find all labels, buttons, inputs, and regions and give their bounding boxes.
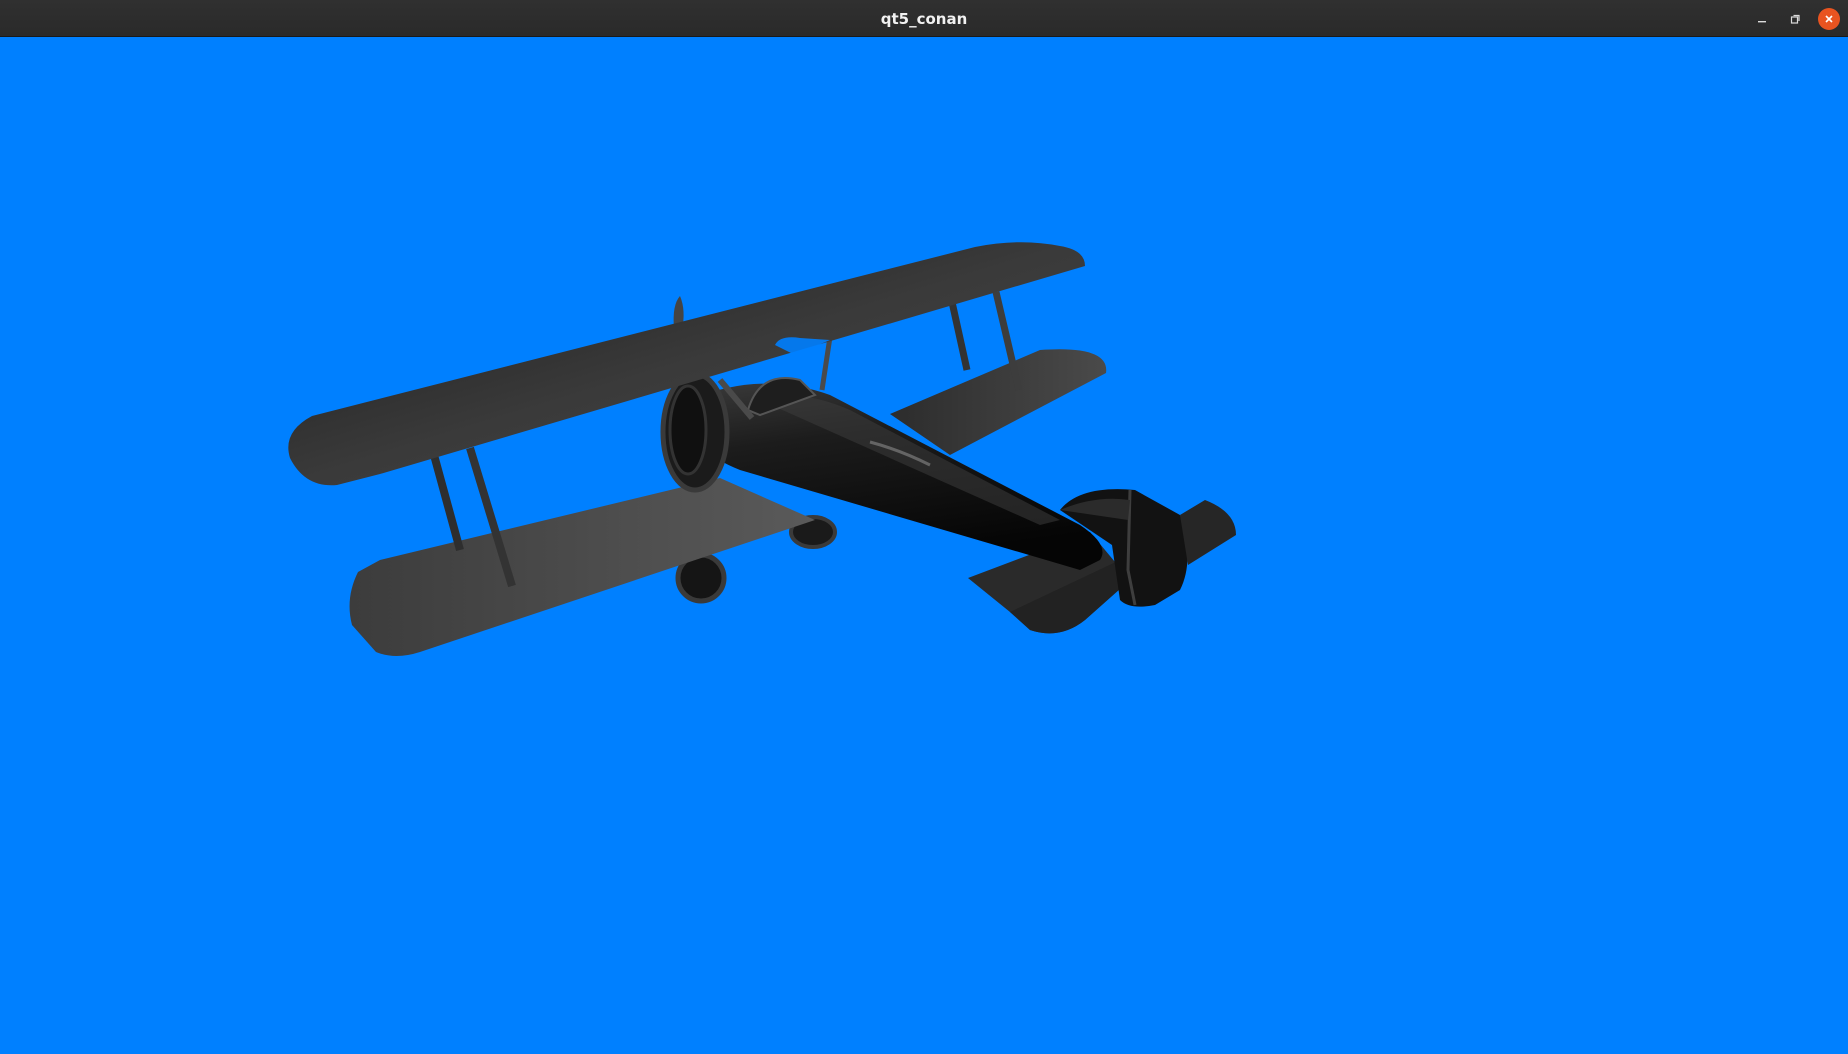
3d-viewport[interactable] bbox=[0, 37, 1848, 1054]
strut-left-front bbox=[430, 453, 464, 552]
lower-wing-right bbox=[890, 349, 1107, 455]
window-title: qt5_conan bbox=[880, 10, 968, 28]
lower-wing-left bbox=[349, 478, 815, 656]
strut-right-front bbox=[948, 301, 971, 371]
application-window: qt5_conan bbox=[0, 0, 1848, 1054]
title-bar[interactable]: qt5_conan bbox=[0, 0, 1848, 37]
close-button[interactable] bbox=[1818, 8, 1840, 30]
minimize-button[interactable] bbox=[1751, 8, 1773, 30]
elevator-right bbox=[1180, 500, 1236, 565]
biplane-model bbox=[288, 242, 1236, 656]
maximize-button[interactable] bbox=[1784, 8, 1806, 30]
minimize-icon bbox=[1758, 21, 1766, 23]
close-icon bbox=[1825, 15, 1833, 23]
restore-icon bbox=[1790, 14, 1800, 24]
